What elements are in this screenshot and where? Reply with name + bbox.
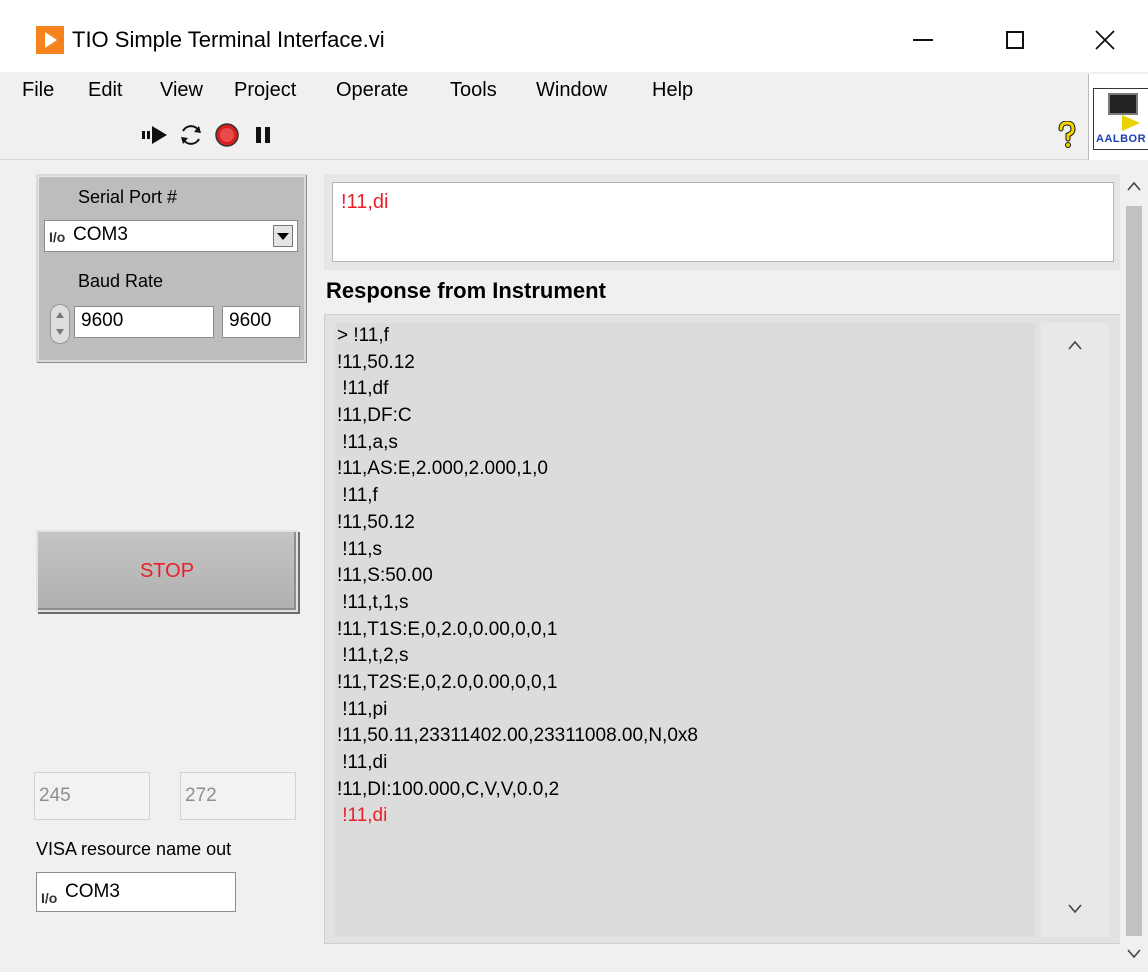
run-arrow-icon bbox=[142, 126, 167, 144]
labview-window: TIO Simple Terminal Interface.vi File Ed… bbox=[0, 0, 1148, 972]
baud-rate-input[interactable]: 9600 bbox=[74, 306, 214, 338]
menu-help[interactable]: Help bbox=[652, 76, 693, 104]
oscilloscope-icon bbox=[1108, 93, 1138, 115]
response-scrollbar[interactable] bbox=[1041, 323, 1109, 937]
response-line: !11,50.12 bbox=[337, 511, 415, 533]
title-bar: TIO Simple Terminal Interface.vi bbox=[0, 0, 1148, 72]
pause-button[interactable] bbox=[248, 120, 278, 150]
visa-resource-value: COM3 bbox=[65, 881, 120, 902]
visa-resource-label: VISA resource name out bbox=[36, 839, 232, 859]
run-button[interactable] bbox=[140, 120, 170, 150]
serial-port-label: Serial Port # bbox=[78, 187, 178, 207]
run-continuously-icon bbox=[181, 125, 201, 145]
close-icon bbox=[1095, 30, 1115, 50]
menu-project[interactable]: Project bbox=[234, 76, 296, 104]
response-line: !11,T2S:E,0,2.0,0.00,0,0,1 bbox=[337, 671, 558, 693]
response-line: !11,a,s bbox=[337, 431, 398, 453]
minimize-icon bbox=[913, 39, 933, 41]
stop-button[interactable]: STOP bbox=[36, 530, 298, 612]
maximize-icon bbox=[1006, 31, 1024, 49]
pause-icon bbox=[256, 127, 270, 143]
response-line: !11,T1S:E,0,2.0,0.00,0,0,1 bbox=[337, 618, 558, 640]
response-frame: > !11,f !11,50.12 !11,df !11,DF:C !11,a,s!… bbox=[324, 314, 1122, 944]
menu-bar: File Edit View Project Operate Tools Win… bbox=[0, 72, 1088, 110]
response-text[interactable]: > !11,f !11,50.12 !11,df !11,DF:C !11,a,s!… bbox=[335, 323, 1035, 937]
menu-window[interactable]: Window bbox=[536, 76, 607, 104]
vi-icon[interactable]: AALBOR bbox=[1093, 88, 1148, 150]
help-question-icon bbox=[1058, 121, 1076, 148]
panel-scroll-thumb[interactable] bbox=[1126, 206, 1142, 936]
toolbar bbox=[0, 110, 1088, 160]
menu-view[interactable]: View bbox=[160, 76, 203, 104]
labview-logo-icon bbox=[36, 26, 64, 54]
minimize-button[interactable] bbox=[898, 18, 948, 62]
abort-button[interactable] bbox=[212, 120, 242, 150]
close-button[interactable] bbox=[1080, 18, 1130, 62]
run-continuously-button[interactable] bbox=[176, 120, 206, 150]
scroll-up-icon[interactable] bbox=[1063, 335, 1087, 355]
response-line: !11,AS:E,2.000,2.000,1,0 bbox=[337, 458, 548, 480]
chevron-down-icon[interactable] bbox=[273, 225, 293, 247]
response-line: !11,t,2,s bbox=[337, 645, 409, 667]
baud-rate-indicator: 9600 bbox=[222, 306, 300, 338]
response-line: !11,50.12 bbox=[337, 351, 415, 373]
response-line: !11,pi bbox=[337, 698, 388, 720]
vi-icon-panel: AALBOR bbox=[1088, 74, 1148, 160]
panel-scroll-down-icon[interactable] bbox=[1122, 944, 1146, 964]
menu-operate[interactable]: Operate bbox=[336, 76, 408, 104]
help-button[interactable] bbox=[1052, 120, 1082, 150]
response-line: !11,f bbox=[337, 485, 378, 507]
numeric-indicator-right: 272 bbox=[180, 772, 296, 820]
response-line: !11,df bbox=[337, 378, 389, 400]
front-panel: Serial Port # I/o COM3 Baud Rate 9600 96… bbox=[0, 160, 1122, 972]
response-line: !11,DI:100.000,C,V,V,0.0,2 bbox=[337, 778, 560, 800]
panel-scroll-up-icon[interactable] bbox=[1122, 176, 1146, 196]
vi-icon-label: AALBOR bbox=[1096, 133, 1147, 145]
serial-port-value: COM3 bbox=[73, 224, 128, 245]
numeric-indicator-left: 245 bbox=[34, 772, 150, 820]
response-line: !11,di bbox=[337, 805, 388, 827]
maximize-button[interactable] bbox=[990, 18, 1040, 62]
response-line: !11,s bbox=[337, 538, 383, 560]
response-line: !11,50.11,23311402.00,23311008.00,N,0x8 bbox=[337, 725, 698, 747]
serial-settings-cluster: Serial Port # I/o COM3 Baud Rate 9600 96… bbox=[36, 174, 306, 362]
response-line: !11,DF:C bbox=[337, 405, 412, 427]
response-line: > !11,f bbox=[337, 325, 389, 346]
response-line: !11,S:50.00 bbox=[337, 565, 433, 587]
menu-edit[interactable]: Edit bbox=[88, 76, 122, 104]
response-label: Response from Instrument bbox=[326, 278, 606, 303]
serial-port-combo[interactable]: I/o COM3 bbox=[44, 220, 298, 252]
menu-tools[interactable]: Tools bbox=[450, 76, 497, 104]
response-line: !11,t,1,s bbox=[337, 591, 409, 613]
io-resource-icon: I/o bbox=[49, 229, 66, 245]
abort-stop-icon bbox=[215, 123, 239, 147]
io-resource-icon: I/o bbox=[41, 890, 58, 906]
menu-file[interactable]: File bbox=[22, 76, 54, 104]
command-frame: !11,di bbox=[324, 174, 1122, 270]
arrow-icon bbox=[1122, 115, 1140, 131]
command-input[interactable]: !11,di bbox=[332, 182, 1114, 262]
visa-resource-indicator: I/o COM3 bbox=[36, 872, 236, 912]
response-line: !11,di bbox=[337, 752, 388, 773]
baud-rate-increment-decrement[interactable] bbox=[50, 304, 70, 344]
window-title: TIO Simple Terminal Interface.vi bbox=[72, 27, 385, 52]
panel-scrollbar[interactable] bbox=[1120, 160, 1148, 972]
scroll-down-icon[interactable] bbox=[1063, 899, 1087, 919]
baud-rate-label: Baud Rate bbox=[78, 271, 164, 291]
